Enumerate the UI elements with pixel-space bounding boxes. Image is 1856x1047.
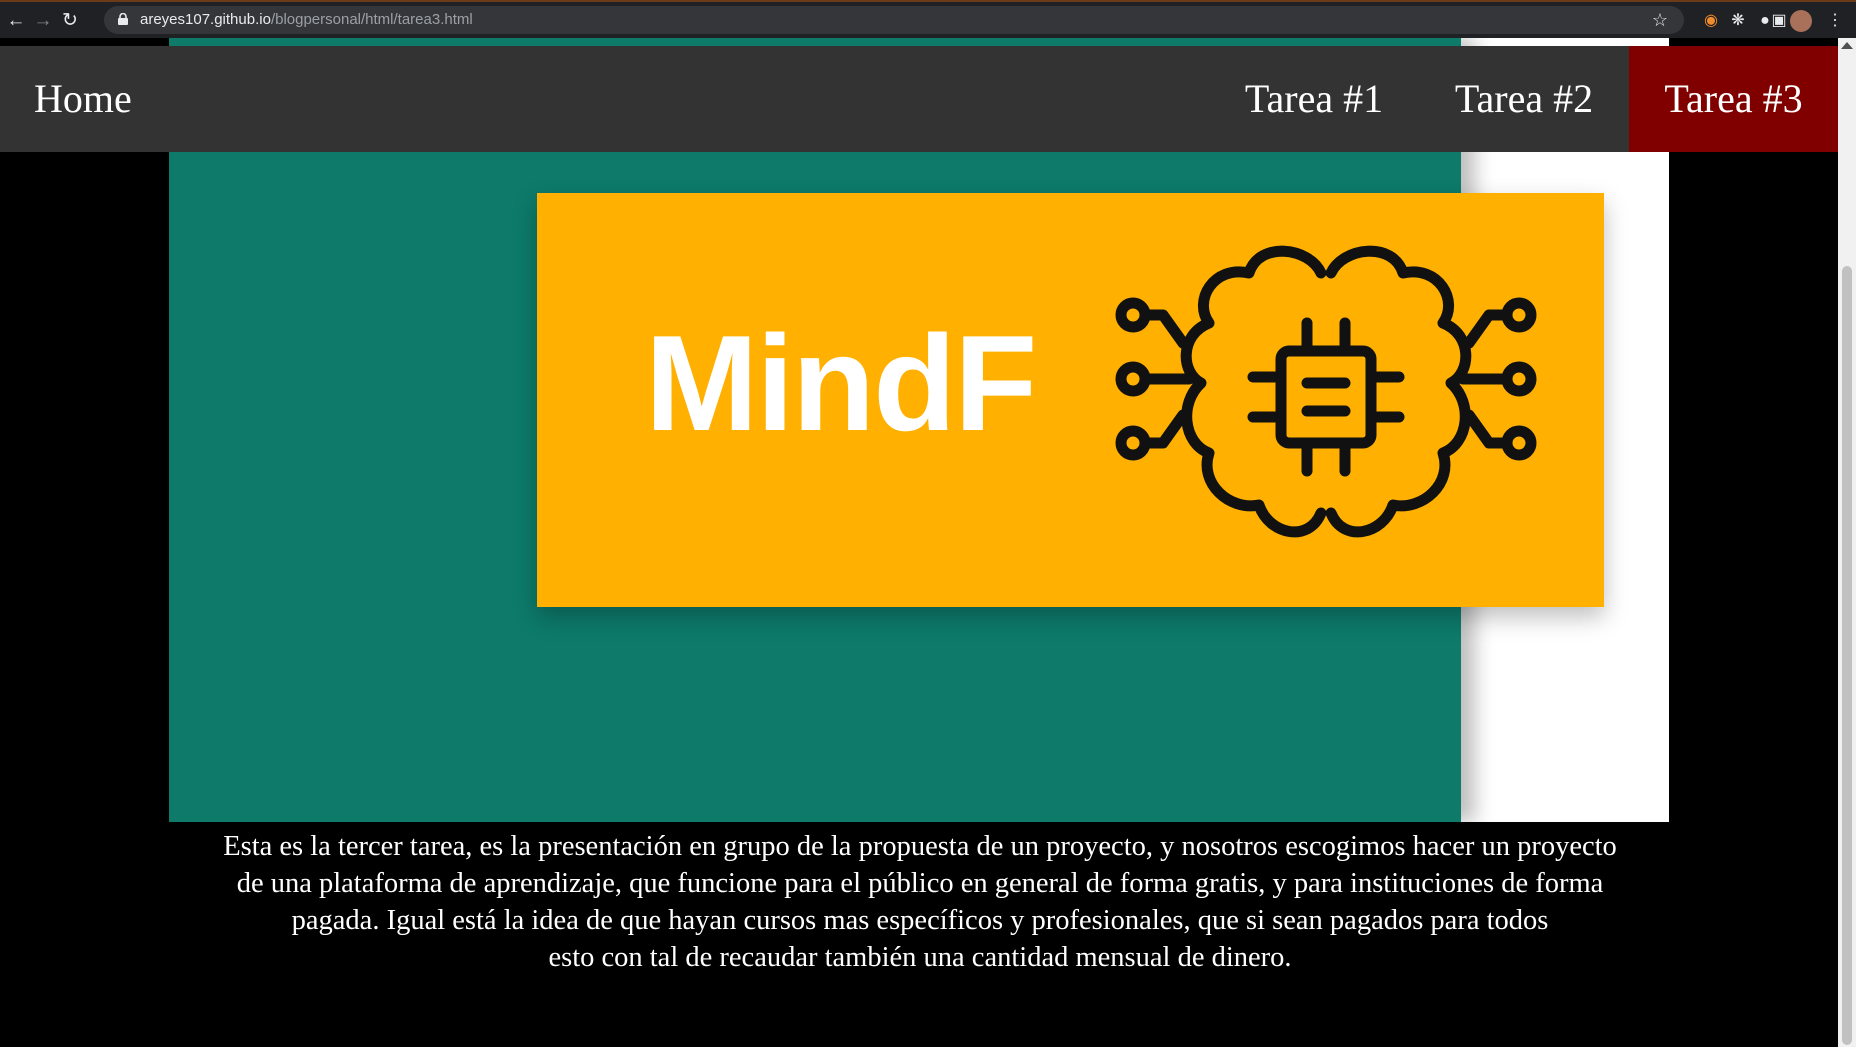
puzzle-icon[interactable]: ▣ [1768,10,1790,32]
url-text: areyes107.github.io/blogpersonal/html/ta… [140,11,473,28]
menu-dots-icon[interactable]: ⋮ [1824,10,1846,32]
scroll-up-icon[interactable] [1841,42,1853,49]
top-navigation: Home Tarea #1 Tarea #2 Tarea #3 [0,46,1838,152]
star-icon[interactable]: ☆ [1652,6,1668,34]
address-bar[interactable]: areyes107.github.io/blogpersonal/html/ta… [104,6,1684,34]
nav-home-link[interactable]: Home [34,46,132,152]
avatar[interactable] [1790,10,1812,32]
lock-icon [118,13,128,25]
reload-icon[interactable]: ↻ [58,9,82,33]
back-arrow-icon[interactable]: ← [4,9,28,33]
brain-circuit-icon [1115,245,1537,538]
presentation-image: MindF [169,38,1669,822]
browser-toolbar: ← → ↻ areyes107.github.io/blogpersonal/h… [0,0,1856,38]
nav-tarea-2[interactable]: Tarea #2 [1419,46,1629,152]
extension-react-icon[interactable]: ❋ [1727,10,1749,32]
description-line: Esta es la tercer tarea, es la presentac… [223,831,1617,862]
scroll-thumb[interactable] [1842,266,1852,1045]
logo-card: MindF [537,193,1604,607]
description-text: Esta es la tercer tarea, es la presentac… [100,828,1740,976]
logo-text: MindF [645,307,1037,459]
nav-tarea-1[interactable]: Tarea #1 [1209,46,1419,152]
extension-fox-icon[interactable]: ◉ [1700,10,1722,32]
description-line: esto con tal de recaudar también una can… [548,942,1292,973]
forward-arrow-icon[interactable]: → [31,9,55,33]
description-line: pagada. Igual está la idea de que hayan … [291,905,1549,936]
vertical-scrollbar[interactable] [1838,38,1856,1047]
description-line: de una plataforma de aprendizaje, que fu… [236,868,1604,899]
nav-tarea-3-active[interactable]: Tarea #3 [1629,46,1838,152]
page-viewport: MindF Home Tarea #1 Tarea #2 Tarea #3 Es… [0,38,1838,1047]
